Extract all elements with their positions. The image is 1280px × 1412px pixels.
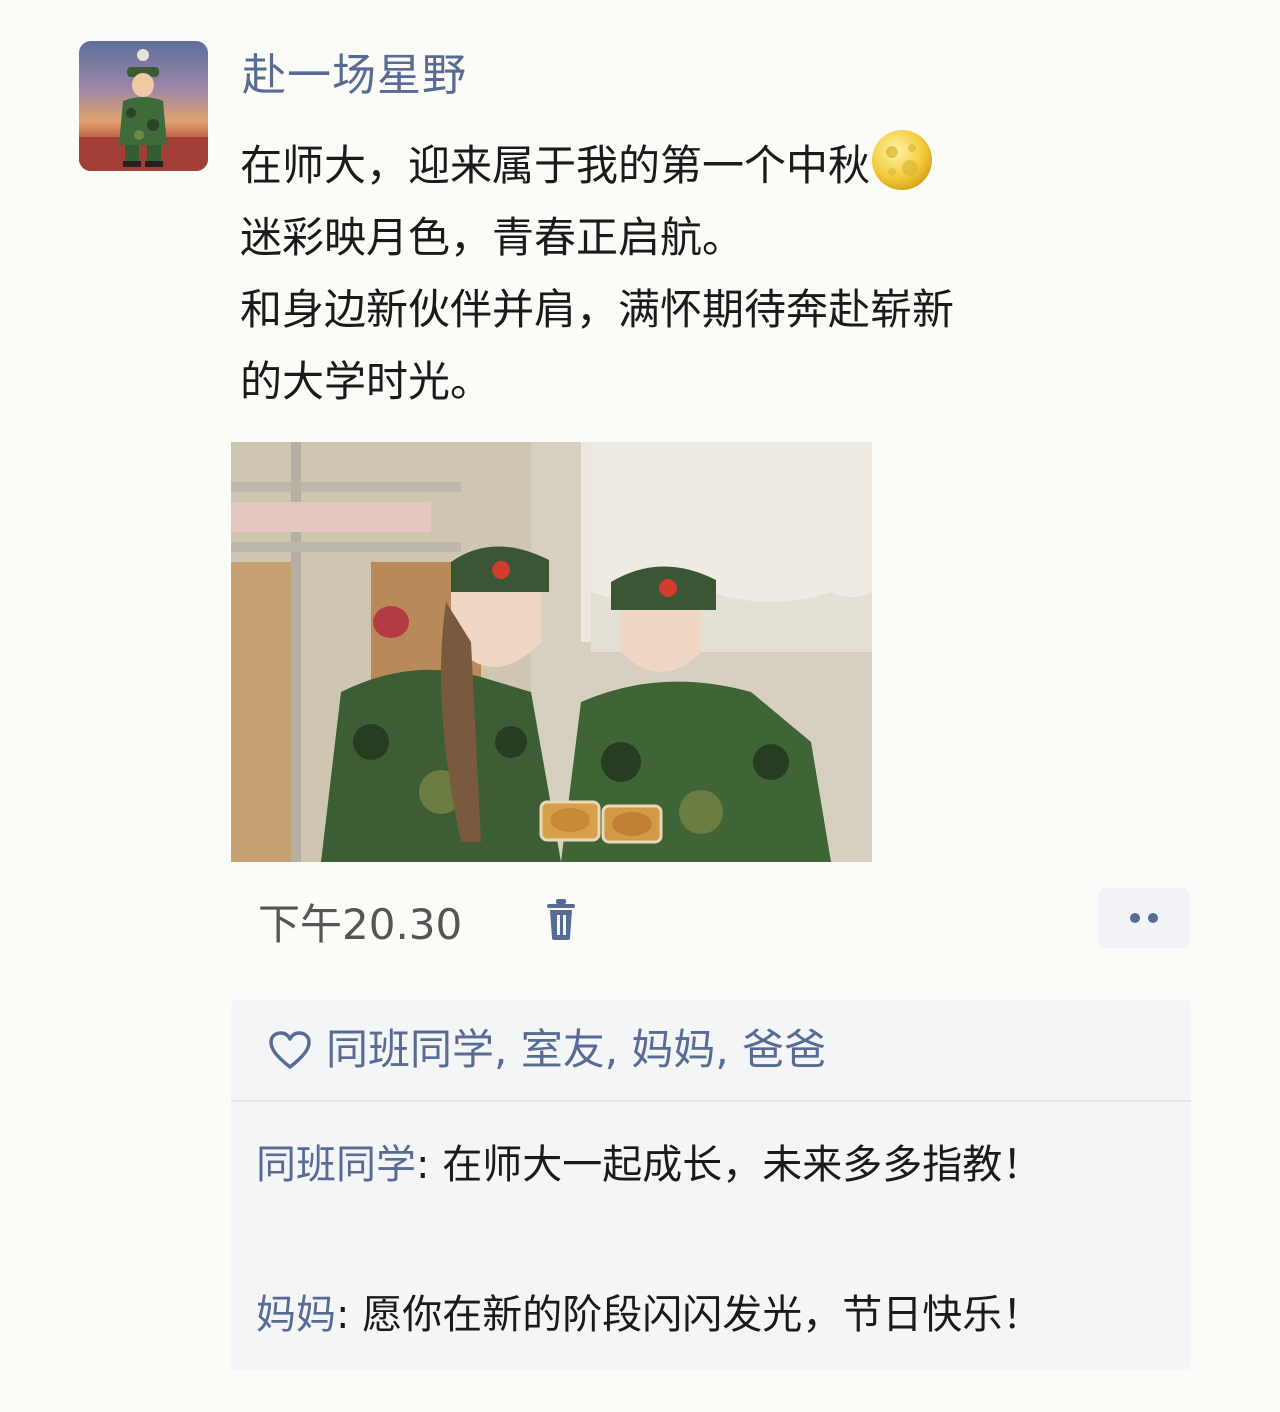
post-text-line: 在师大，迎来属于我的第一个中秋 [240,128,1200,202]
avatar-illustration [79,49,208,171]
post-text-line: 和身边新伙伴并肩，满怀期待奔赴崭新 [240,285,955,334]
more-actions-button[interactable] [1098,888,1190,948]
post-text-line: 迷彩映月色，青春正启航。 [240,213,745,262]
comment-text: 在师大一起成长，未来多多指教！ [442,1142,1043,1188]
comment-item[interactable]: 同班同学: 在师大一起成长，未来多多指教！ [256,1132,1156,1198]
comment-separator: : [336,1292,363,1338]
post-text: 在师大，迎来属于我的第一个中秋 迷彩映月色，青春正启航。 和身边新伙伴并肩，满怀… [240,128,1200,418]
comment-separator: : [416,1142,443,1188]
more-dot [1148,913,1158,923]
divider [231,1100,1191,1102]
likes-names[interactable]: 同班同学, 室友, 妈妈, 爸爸 [326,1020,826,1080]
trash-icon[interactable] [545,898,577,942]
post-photo[interactable] [231,442,872,862]
photo-two-students-in-camouflage [231,442,872,862]
post-text-line: 的大学时光。 [240,357,493,406]
comment-item[interactable]: 妈妈: 愿你在新的阶段闪闪发光，节日快乐！ [256,1282,1156,1348]
post-time: 下午20.30 [258,900,463,949]
comment-author[interactable]: 同班同学 [256,1142,416,1188]
heart-icon [269,1031,311,1069]
comment-author[interactable]: 妈妈 [256,1292,336,1338]
more-dot [1130,913,1140,923]
moon-icon [872,130,933,190]
likes-row: 同班同学, 室友, 妈妈, 爸爸 [268,1020,826,1080]
comment-text: 愿你在新的阶段闪闪发光，节日快乐！ [362,1292,1043,1338]
author-name[interactable]: 赴一场星野 [242,48,467,104]
author-avatar[interactable] [79,41,208,171]
